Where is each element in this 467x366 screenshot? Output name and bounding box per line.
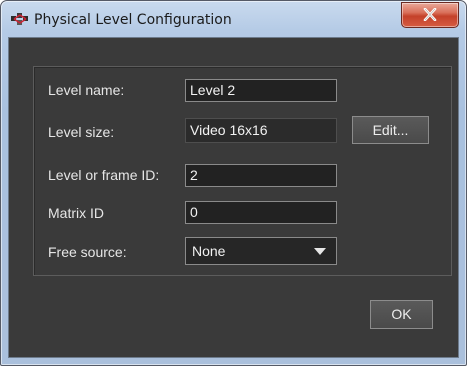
network-app-icon xyxy=(11,13,29,27)
close-x-icon xyxy=(423,8,437,21)
edit-button[interactable]: Edit... xyxy=(352,116,429,144)
ok-button[interactable]: OK xyxy=(370,300,433,329)
level-size-label: Level size: xyxy=(48,124,115,140)
free-source-label: Free source: xyxy=(48,244,127,260)
dropdown-arrow-icon xyxy=(314,248,326,255)
window-title: Physical Level Configuration xyxy=(34,12,232,28)
dialog-window: Physical Level Configuration Level name:… xyxy=(0,0,467,366)
level-frame-id-input[interactable]: 2 xyxy=(185,164,337,187)
free-source-selected-value: None xyxy=(192,243,226,259)
level-size-value: Video 16x16 xyxy=(185,118,337,143)
dialog-content: Level name: Level 2 Level size: Video 16… xyxy=(8,37,459,358)
level-name-label: Level name: xyxy=(48,82,125,98)
level-frame-id-label: Level or frame ID: xyxy=(48,167,160,183)
close-button[interactable] xyxy=(401,2,459,28)
matrix-id-input[interactable]: 0 xyxy=(185,201,337,224)
level-name-input[interactable]: Level 2 xyxy=(185,79,337,102)
free-source-select[interactable]: None xyxy=(185,237,337,265)
matrix-id-label: Matrix ID xyxy=(48,205,104,221)
title-bar[interactable]: Physical Level Configuration xyxy=(1,1,466,41)
